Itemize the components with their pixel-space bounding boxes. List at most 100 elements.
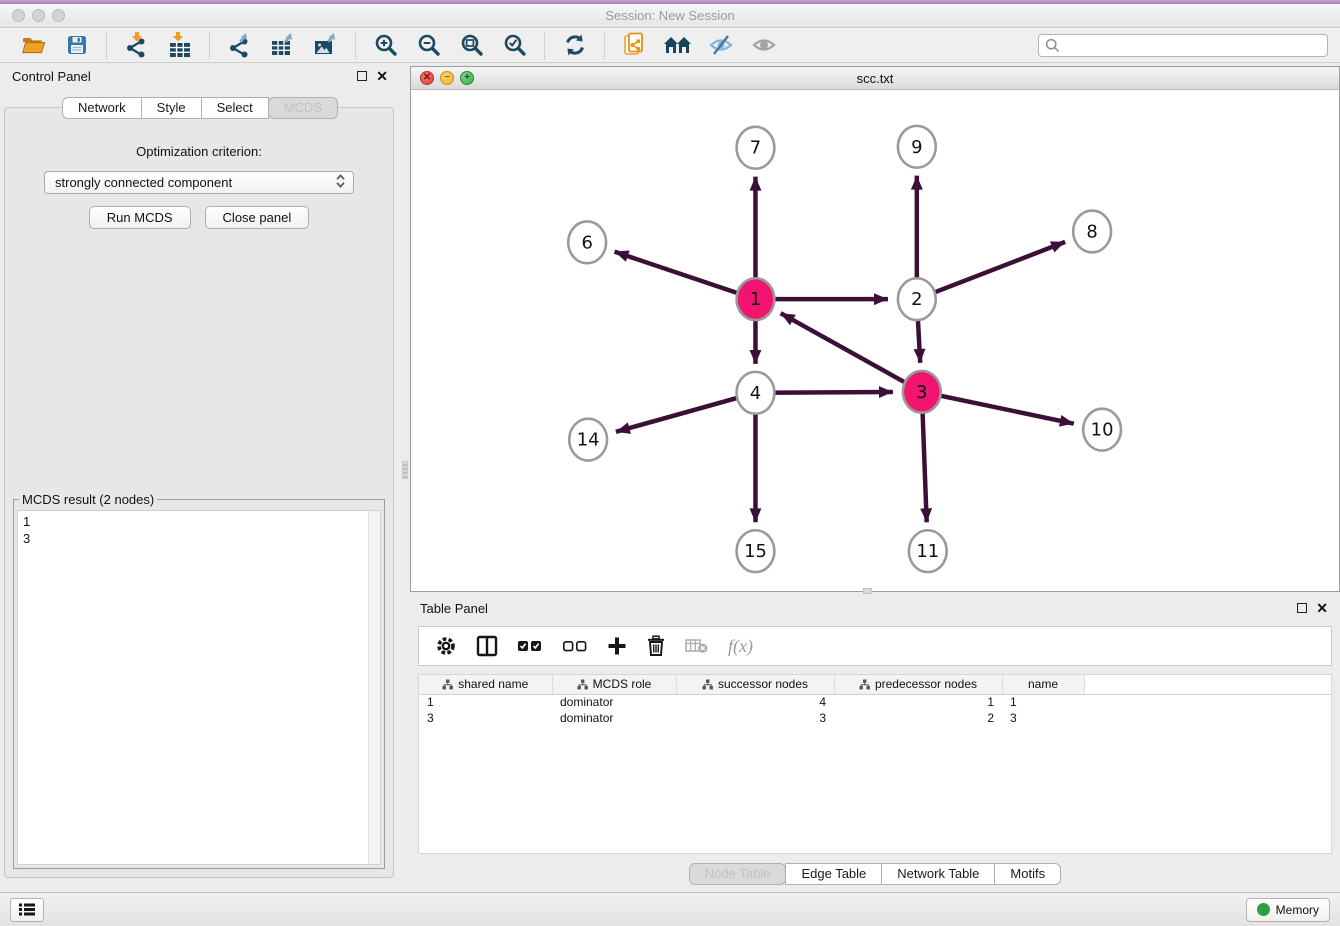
tab-motifs[interactable]: Motifs <box>994 863 1061 885</box>
save-session-icon[interactable] <box>62 31 91 60</box>
table-toolbar: f(x) <box>418 626 1332 666</box>
graph-node-14[interactable]: 14 <box>569 419 607 461</box>
export-network-icon[interactable] <box>225 31 254 60</box>
delete-column-icon[interactable] <box>646 635 666 657</box>
tab-mcds[interactable]: MCDS <box>268 97 338 119</box>
graph-edge-4-14[interactable] <box>616 393 756 432</box>
graph-node-8[interactable]: 8 <box>1073 211 1111 253</box>
graph-node-4[interactable]: 4 <box>737 372 775 414</box>
close-panel-icon[interactable]: ✕ <box>1316 603 1328 613</box>
graph-node-label: 10 <box>1091 420 1114 441</box>
table-cell[interactable]: 3 <box>419 710 552 726</box>
table-cell[interactable]: 2 <box>834 710 1002 726</box>
toolbar-separator <box>209 32 210 59</box>
graph-node-11[interactable]: 11 <box>909 530 947 572</box>
frame-maximize-icon[interactable]: + <box>460 71 474 85</box>
sort-tree-icon <box>442 679 453 690</box>
table-cell[interactable]: 1 <box>419 694 552 710</box>
frame-resize-grip[interactable] <box>863 588 872 594</box>
run-mcds-button[interactable]: Run MCDS <box>89 206 191 229</box>
graph-node-label: 14 <box>577 430 600 451</box>
first-neighbors-icon[interactable] <box>663 31 692 60</box>
graph-node-label: 9 <box>911 137 922 158</box>
sort-tree-icon <box>859 679 870 690</box>
tab-select[interactable]: Select <box>201 97 269 119</box>
column-header[interactable]: MCDS role <box>552 675 676 694</box>
export-image-icon[interactable] <box>311 31 340 60</box>
export-table-icon[interactable] <box>268 31 297 60</box>
column-header[interactable]: shared name <box>419 675 552 694</box>
optimization-criterion-dropdown[interactable]: strongly connected component <box>44 171 354 194</box>
hide-selection-icon[interactable] <box>706 31 735 60</box>
search-input[interactable] <box>1065 38 1321 52</box>
frame-close-icon[interactable]: ✕ <box>420 71 434 85</box>
tab-style[interactable]: Style <box>141 97 202 119</box>
zoom-selected-icon[interactable] <box>500 31 529 60</box>
table-cell[interactable]: 3 <box>676 710 834 726</box>
node-table: shared name MCDS role successor nodes pr… <box>418 674 1332 854</box>
table-cell[interactable]: 4 <box>676 694 834 710</box>
graph-node-9[interactable]: 9 <box>898 126 936 168</box>
mcds-result-list[interactable]: 1 3 <box>17 510 381 865</box>
table-settings-gear-icon[interactable] <box>435 635 457 657</box>
open-session-icon[interactable] <box>19 31 48 60</box>
float-panel-icon[interactable] <box>1297 603 1307 613</box>
import-table-icon[interactable] <box>165 31 194 60</box>
graph-node-3[interactable]: 3 <box>903 371 941 413</box>
zoom-out-icon[interactable] <box>414 31 443 60</box>
table-cell[interactable]: dominator <box>552 710 676 726</box>
table-cell[interactable]: 3 <box>1002 710 1084 726</box>
tab-node-table[interactable]: Node Table <box>689 863 787 885</box>
tab-edge-table[interactable]: Edge Table <box>785 863 882 885</box>
graph-edge-3-1[interactable] <box>781 313 922 392</box>
splitter-grip[interactable] <box>402 461 408 479</box>
window-titlebar: Session: New Session <box>0 4 1340 28</box>
frame-minimize-icon[interactable]: − <box>440 71 454 85</box>
network-window-title: scc.txt <box>411 71 1339 86</box>
task-history-button[interactable] <box>10 898 44 922</box>
close-panel-button[interactable]: Close panel <box>205 206 310 229</box>
graph-node-2[interactable]: 2 <box>898 278 936 320</box>
column-header[interactable]: successor nodes <box>676 675 834 694</box>
column-header[interactable]: predecessor nodes <box>834 675 1002 694</box>
table-cell[interactable]: dominator <box>552 694 676 710</box>
split-panel-icon[interactable] <box>476 635 498 657</box>
new-network-from-selection-icon[interactable] <box>620 31 649 60</box>
graph-edge-1-6[interactable] <box>615 252 756 300</box>
graph-node-label: 1 <box>750 289 761 310</box>
create-column-icon[interactable] <box>607 636 627 656</box>
table-row[interactable]: 3dominator323 <box>419 710 1331 726</box>
table-cell[interactable]: 1 <box>1002 694 1084 710</box>
table-cell[interactable]: 1 <box>834 694 1002 710</box>
refresh-layout-icon[interactable] <box>560 31 589 60</box>
memory-button[interactable]: Memory <box>1246 898 1330 922</box>
graph-node-10[interactable]: 10 <box>1083 409 1121 451</box>
graph-node-label: 7 <box>750 138 761 159</box>
show-all-columns-icon[interactable] <box>517 639 543 653</box>
graph-node-7[interactable]: 7 <box>737 127 775 169</box>
table-row[interactable]: 1dominator411 <box>419 694 1331 710</box>
graph-node-label: 4 <box>750 383 761 404</box>
show-all-icon[interactable] <box>749 31 778 60</box>
float-panel-icon[interactable] <box>357 71 367 81</box>
vertical-splitter[interactable] <box>400 63 410 892</box>
graph-edge-3-10[interactable] <box>922 392 1074 424</box>
zoom-fit-icon[interactable] <box>457 31 486 60</box>
search-field[interactable] <box>1038 34 1328 57</box>
network-canvas[interactable]: 7 9 6 8 1 2 4 3 14 10 15 11 <box>411 91 1339 591</box>
hide-all-columns-icon[interactable] <box>562 639 588 653</box>
graph-edge-4-3[interactable] <box>755 392 892 393</box>
graph-node-1[interactable]: 1 <box>737 278 775 320</box>
network-graph[interactable]: 7 9 6 8 1 2 4 3 14 10 15 11 <box>411 91 1339 591</box>
close-panel-icon[interactable]: ✕ <box>376 71 388 81</box>
column-header[interactable]: name <box>1002 675 1084 694</box>
tab-network[interactable]: Network <box>62 97 142 119</box>
zoom-in-icon[interactable] <box>371 31 400 60</box>
tab-network-table[interactable]: Network Table <box>881 863 995 885</box>
result-scrollbar[interactable] <box>368 511 380 864</box>
graph-edge-2-8[interactable] <box>917 242 1065 299</box>
network-window-titlebar[interactable]: ✕ − + scc.txt <box>411 67 1339 90</box>
graph-node-15[interactable]: 15 <box>737 530 775 572</box>
import-network-icon[interactable] <box>122 31 151 60</box>
graph-node-6[interactable]: 6 <box>568 221 606 263</box>
